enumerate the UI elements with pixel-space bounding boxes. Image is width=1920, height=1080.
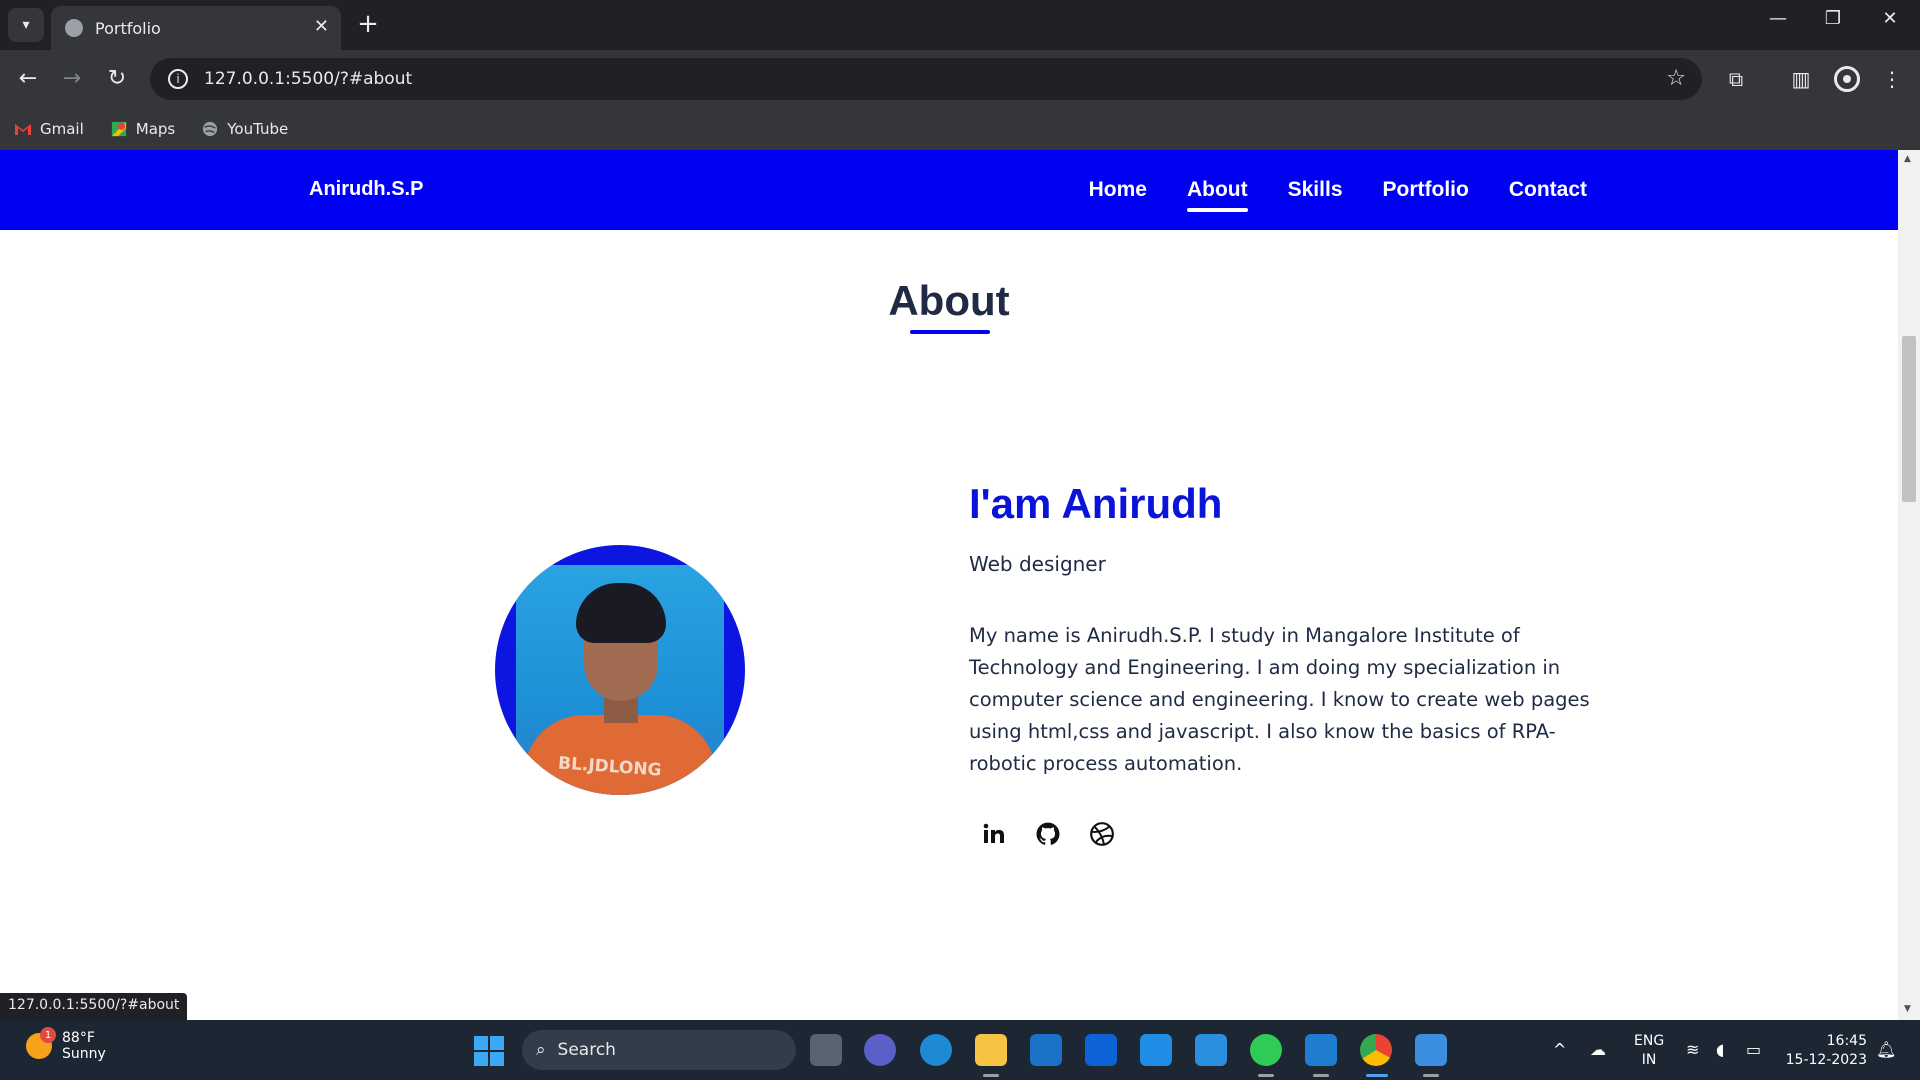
taskbar-search-label: Search (557, 1040, 616, 1060)
menu-icon[interactable]: ⋮ (1877, 64, 1907, 94)
nav-portfolio[interactable]: Portfolio (1383, 178, 1469, 202)
site-nav-links: Home About Skills Portfolio Contact (1089, 178, 1587, 212)
site-brand[interactable]: Anirudh.S.P (309, 178, 423, 201)
clock-date: 15-12-2023 (1785, 1052, 1867, 1068)
mail-icon[interactable] (1030, 1034, 1062, 1066)
tab-title: Portfolio (95, 18, 161, 38)
weather-widget[interactable]: 1 88°F Sunny (26, 1027, 106, 1062)
bookmark-star-icon[interactable]: ☆ (1666, 66, 1686, 91)
active-app-indicator (1366, 1074, 1388, 1077)
title-underline (910, 330, 990, 334)
side-panel-icon[interactable]: ▥ (1786, 64, 1816, 94)
browser-tab[interactable]: Portfolio ✕ (51, 6, 341, 50)
volume-icon[interactable]: ◖ (1716, 1040, 1724, 1059)
running-indicator (1258, 1074, 1274, 1077)
wifi-icon[interactable]: ≋ (1686, 1040, 1699, 1059)
sun-icon: 1 (26, 1027, 56, 1059)
restore-button[interactable]: ❐ (1813, 8, 1853, 29)
whatsapp-icon[interactable] (1250, 1034, 1282, 1066)
notepad-icon[interactable] (1195, 1034, 1227, 1066)
social-links (980, 820, 1116, 848)
browser-tab-bar: ▾ Portfolio ✕ + — ❐ ✕ (0, 0, 1920, 50)
site-info-icon[interactable]: i (168, 69, 188, 89)
globe-icon (203, 121, 218, 137)
bookmark-label: YouTube (227, 120, 289, 138)
linkedin-icon[interactable] (980, 820, 1008, 848)
photo-hair (576, 583, 666, 643)
weather-desc: Sunny (62, 1046, 106, 1062)
bookmark-maps[interactable]: Maps (110, 120, 175, 138)
bookmarks-bar: Gmail Maps YouTube (0, 108, 1920, 150)
tab-search-button[interactable]: ▾ (8, 8, 44, 42)
onedrive-icon[interactable]: ☁ (1590, 1040, 1606, 1059)
new-tab-button[interactable]: + (352, 8, 384, 40)
notification-badge: 1 (40, 1027, 56, 1043)
weather-temp: 88°F (62, 1030, 95, 1046)
bookmark-label: Maps (135, 120, 176, 138)
language-indicator[interactable]: ENG IN (1634, 1032, 1664, 1070)
link-status-bubble: 127.0.0.1:5500/?#about (0, 993, 188, 1020)
dropbox-icon[interactable] (1085, 1034, 1117, 1066)
scroll-up-arrow[interactable]: ▲ (1904, 154, 1911, 164)
bio-paragraph: My name is Anirudh.S.P. I study in Manga… (969, 624, 1590, 775)
photo-image: BL.JDLONG (516, 565, 724, 795)
lang-region: IN (1641, 1052, 1657, 1068)
notification-bell-icon[interactable]: 🔔︎ (1876, 1040, 1896, 1059)
running-indicator (983, 1074, 999, 1077)
gmail-icon (15, 124, 31, 135)
myhp-icon[interactable] (1140, 1034, 1172, 1066)
edge-icon[interactable] (920, 1034, 952, 1066)
taskbar-search[interactable]: ⌕ Search (522, 1030, 796, 1070)
nav-about[interactable]: About (1186, 178, 1248, 212)
scroll-down-arrow[interactable]: ▼ (1904, 1004, 1911, 1014)
clock-time: 16:45 (1826, 1033, 1867, 1049)
github-icon[interactable] (1034, 820, 1062, 848)
page-viewport: Anirudh.S.P Home About Skills Portfolio … (0, 150, 1898, 1020)
address-text: 127.0.0.1:5500/?#about (204, 69, 413, 89)
task-view-icon[interactable] (810, 1034, 842, 1066)
running-indicator (1313, 1074, 1329, 1077)
extensions-icon[interactable]: ⧉ (1721, 64, 1751, 94)
site-navbar: Anirudh.S.P Home About Skills Portfolio … (0, 150, 1898, 230)
role-text: Web designer (969, 552, 1106, 576)
bookmark-gmail[interactable]: Gmail (14, 120, 84, 138)
nav-contact[interactable]: Contact (1509, 178, 1587, 202)
browser-toolbar: ← → ↻ i 127.0.0.1:5500/?#about ☆ ⧉ ▥ ⋮ (0, 50, 1920, 108)
forward-button[interactable]: → (56, 62, 88, 94)
clock[interactable]: 16:45 15-12-2023 (1785, 1032, 1867, 1070)
search-icon: ⌕ (536, 1040, 546, 1060)
dribbble-icon[interactable] (1088, 820, 1116, 848)
tray-overflow-icon[interactable]: ^ (1553, 1040, 1566, 1059)
section-title: About (888, 277, 1010, 324)
maps-icon (111, 121, 126, 137)
greeting-heading: I'am Anirudh (969, 480, 1223, 527)
back-button[interactable]: ← (12, 62, 44, 94)
profile-avatar[interactable] (1834, 66, 1860, 92)
close-tab-icon[interactable]: ✕ (314, 16, 329, 37)
bookmark-youtube[interactable]: YouTube (201, 120, 288, 138)
photos-icon[interactable] (1415, 1034, 1447, 1066)
bookmark-label: Gmail (40, 120, 84, 138)
scrollbar-thumb[interactable] (1902, 336, 1916, 502)
running-indicator (1423, 1074, 1439, 1077)
profile-photo: BL.JDLONG (495, 545, 745, 795)
photo-shirt (524, 715, 716, 795)
nav-home[interactable]: Home (1089, 178, 1147, 202)
lang-code: ENG (1634, 1033, 1665, 1049)
address-bar[interactable]: i 127.0.0.1:5500/?#about ☆ (150, 58, 1702, 100)
nav-skills[interactable]: Skills (1288, 178, 1343, 202)
start-button[interactable] (474, 1036, 504, 1066)
chrome-icon[interactable] (1360, 1034, 1392, 1066)
globe-icon (65, 19, 83, 37)
teams-chat-icon[interactable] (864, 1034, 896, 1066)
windows-taskbar: 1 88°F Sunny ⌕ Search ^ ☁ ENG IN ≋ ◖ ▭ 1… (0, 1020, 1920, 1080)
minimize-button[interactable]: — (1758, 8, 1798, 29)
battery-icon[interactable]: ▭ (1746, 1040, 1761, 1059)
page-scrollbar[interactable]: ▲ ▼ (1898, 150, 1920, 1020)
vscode-icon[interactable] (1305, 1034, 1337, 1066)
file-explorer-icon[interactable] (975, 1034, 1007, 1066)
reload-button[interactable]: ↻ (101, 62, 133, 94)
close-window-button[interactable]: ✕ (1870, 8, 1910, 29)
